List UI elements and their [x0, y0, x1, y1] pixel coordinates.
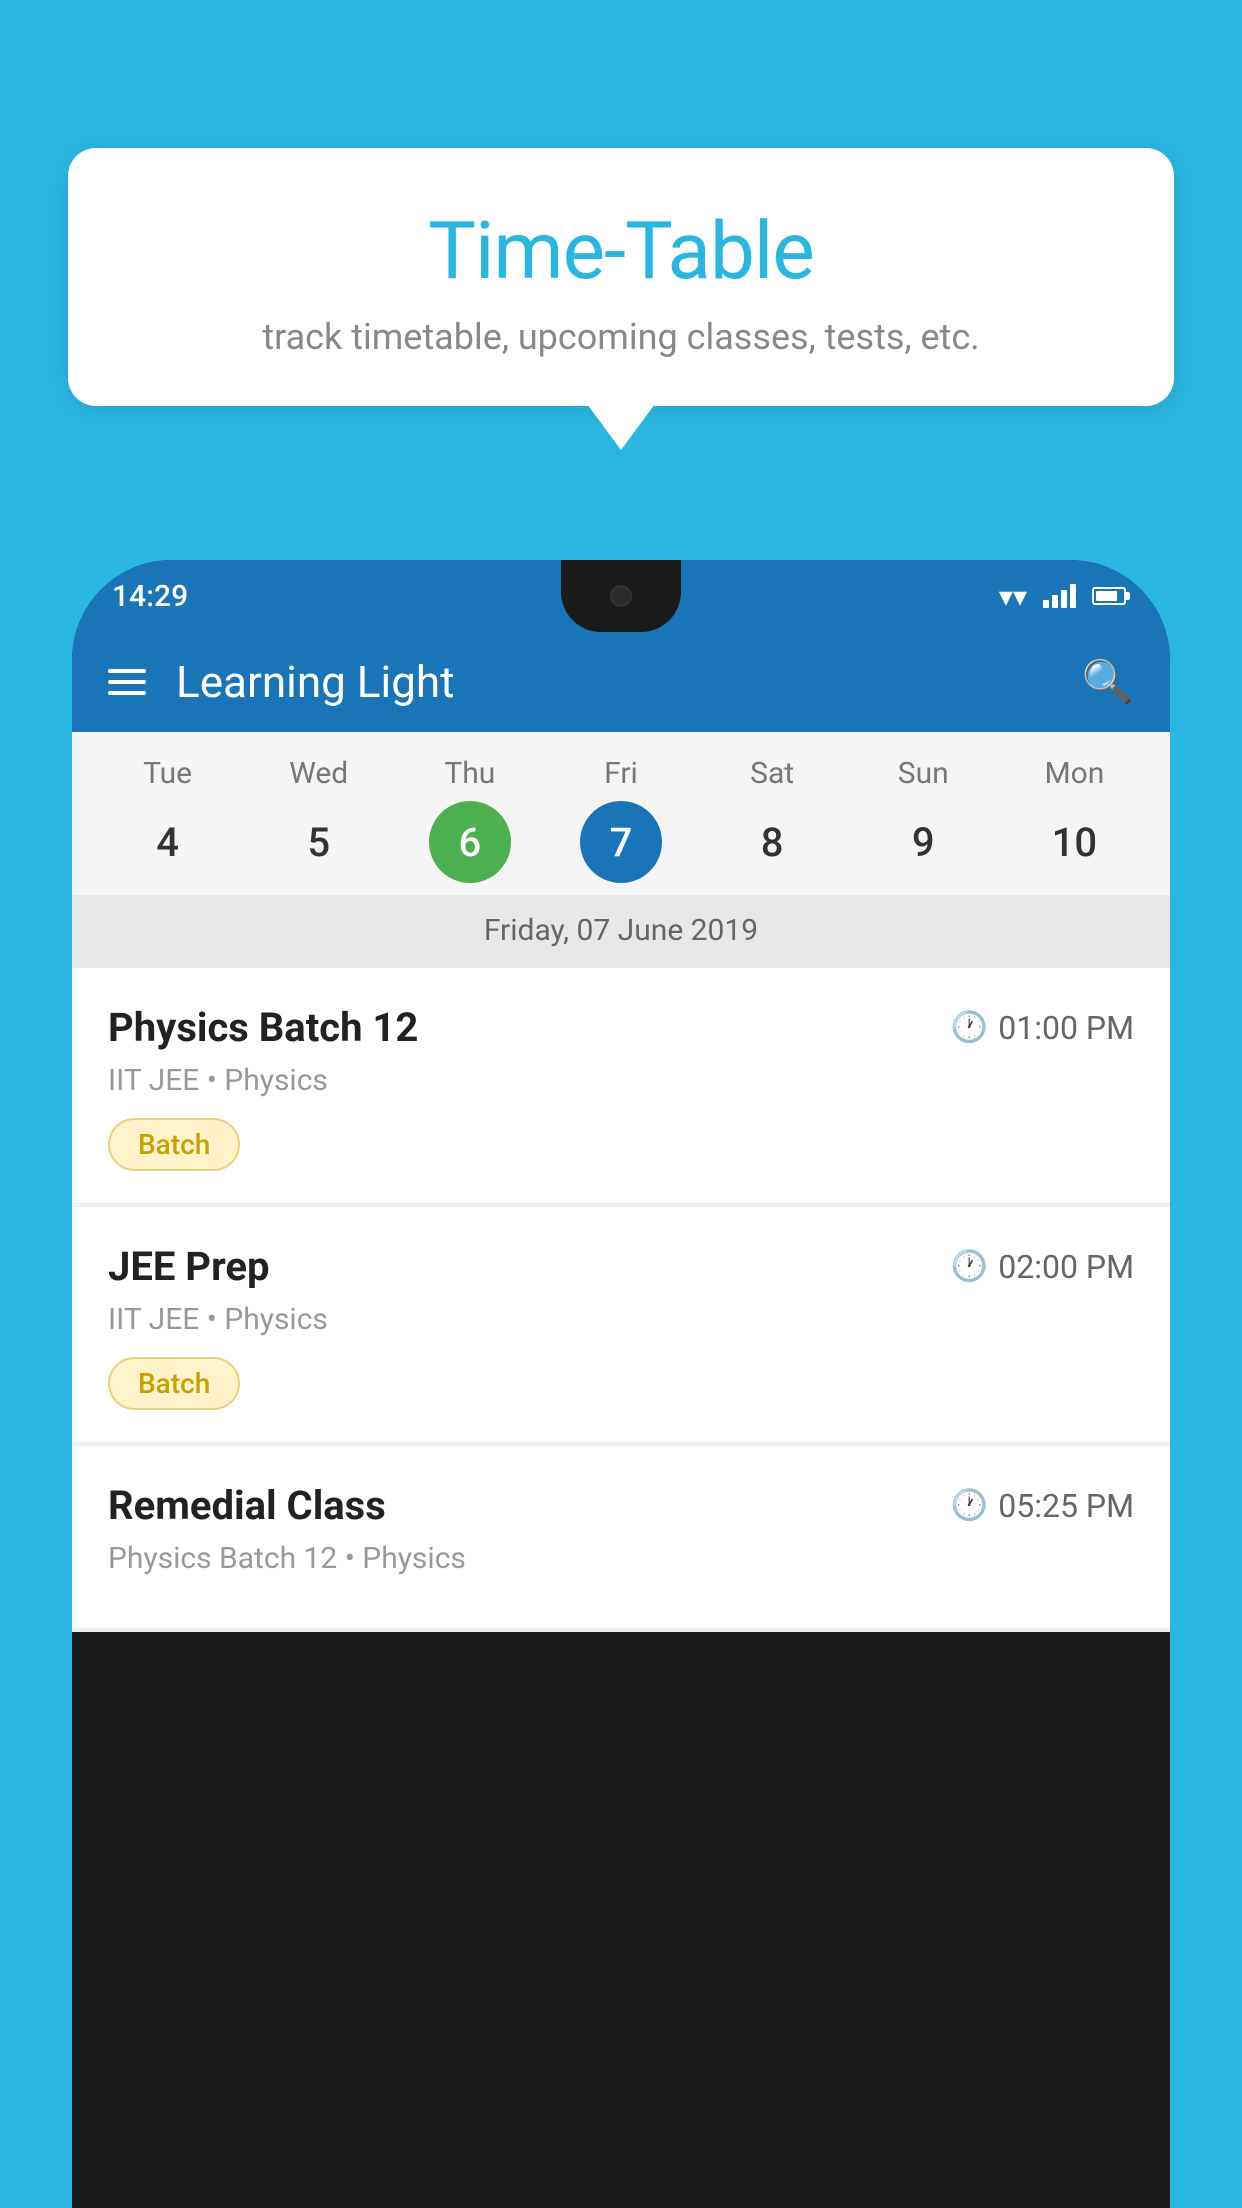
day-col-5[interactable]: Wed 5	[254, 756, 384, 883]
search-icon[interactable]: 🔍	[1082, 658, 1134, 707]
class-meta: IIT JEE • Physics	[108, 1302, 1134, 1337]
day-number[interactable]: 9	[882, 801, 964, 883]
day-col-10[interactable]: Mon 10	[1009, 756, 1139, 883]
tooltip-subtitle: track timetable, upcoming classes, tests…	[128, 316, 1114, 358]
app-bar: Learning Light 🔍	[72, 632, 1170, 732]
menu-icon[interactable]	[108, 669, 146, 695]
batch-badge: Batch	[108, 1357, 240, 1410]
class-item[interactable]: JEE Prep 🕐 02:00 PM IIT JEE • Physics Batch	[72, 1207, 1170, 1442]
time-text: 02:00 PM	[998, 1248, 1134, 1286]
calendar-strip: Tue 4 Wed 5 Thu 6 Fri 7 Sat 8 Sun 9 Mon 10 Friday, 07…	[72, 732, 1170, 968]
time-text: 01:00 PM	[998, 1009, 1134, 1047]
day-name: Sat	[750, 756, 794, 791]
clock-icon: 🕐	[951, 1010, 988, 1045]
class-meta: Physics Batch 12 • Physics	[108, 1541, 1134, 1576]
class-time: 🕐 01:00 PM	[951, 1009, 1134, 1047]
status-time: 14:29	[112, 579, 188, 614]
class-name: Remedial Class	[108, 1482, 386, 1529]
signal-icon	[1043, 584, 1076, 608]
day-col-8[interactable]: Sat 8	[707, 756, 837, 883]
day-name: Sun	[898, 756, 949, 791]
class-item[interactable]: Physics Batch 12 🕐 01:00 PM IIT JEE • Physi…	[72, 968, 1170, 1203]
class-header: Physics Batch 12 🕐 01:00 PM	[108, 1004, 1134, 1051]
day-number[interactable]: 10	[1033, 801, 1115, 883]
day-name: Thu	[444, 756, 495, 791]
tooltip-title: Time-Table	[128, 204, 1114, 298]
day-col-6[interactable]: Thu 6	[405, 756, 535, 883]
day-number[interactable]: 4	[127, 801, 209, 883]
class-name: JEE Prep	[108, 1243, 269, 1290]
class-list: Physics Batch 12 🕐 01:00 PM IIT JEE • Physi…	[72, 968, 1170, 1632]
day-number[interactable]: 5	[278, 801, 360, 883]
notch	[561, 560, 681, 632]
day-name: Mon	[1044, 756, 1104, 791]
app-title: Learning Light	[176, 656, 1082, 708]
battery-icon	[1092, 587, 1130, 605]
class-meta: IIT JEE • Physics	[108, 1063, 1134, 1098]
class-name: Physics Batch 12	[108, 1004, 418, 1051]
class-time: 🕐 05:25 PM	[951, 1487, 1134, 1525]
tooltip-card: Time-Table track timetable, upcoming cla…	[68, 148, 1174, 406]
day-number[interactable]: 6	[429, 801, 511, 883]
class-header: JEE Prep 🕐 02:00 PM	[108, 1243, 1134, 1290]
date-label: Friday, 07 June 2019	[72, 895, 1170, 968]
class-item[interactable]: Remedial Class 🕐 05:25 PM Physics Batch 12 …	[72, 1446, 1170, 1628]
day-name: Fri	[604, 756, 638, 791]
day-col-4[interactable]: Tue 4	[103, 756, 233, 883]
day-col-9[interactable]: Sun 9	[858, 756, 988, 883]
status-bar: 14:29 ▾▾	[72, 560, 1170, 632]
day-number[interactable]: 8	[731, 801, 813, 883]
batch-badge: Batch	[108, 1118, 240, 1171]
day-number[interactable]: 7	[580, 801, 662, 883]
phone-inner: 14:29 ▾▾	[72, 560, 1170, 2208]
day-col-7[interactable]: Fri 7	[556, 756, 686, 883]
day-name: Tue	[143, 756, 192, 791]
status-icons: ▾▾	[999, 580, 1130, 613]
clock-icon: 🕐	[951, 1488, 988, 1523]
phone-frame: 14:29 ▾▾	[72, 560, 1170, 2208]
time-text: 05:25 PM	[998, 1487, 1134, 1525]
wifi-icon: ▾▾	[999, 580, 1027, 613]
clock-icon: 🕐	[951, 1249, 988, 1284]
camera	[610, 585, 632, 607]
class-time: 🕐 02:00 PM	[951, 1248, 1134, 1286]
day-name: Wed	[289, 756, 348, 791]
days-row: Tue 4 Wed 5 Thu 6 Fri 7 Sat 8 Sun 9 Mon 10	[72, 756, 1170, 883]
class-header: Remedial Class 🕐 05:25 PM	[108, 1482, 1134, 1529]
